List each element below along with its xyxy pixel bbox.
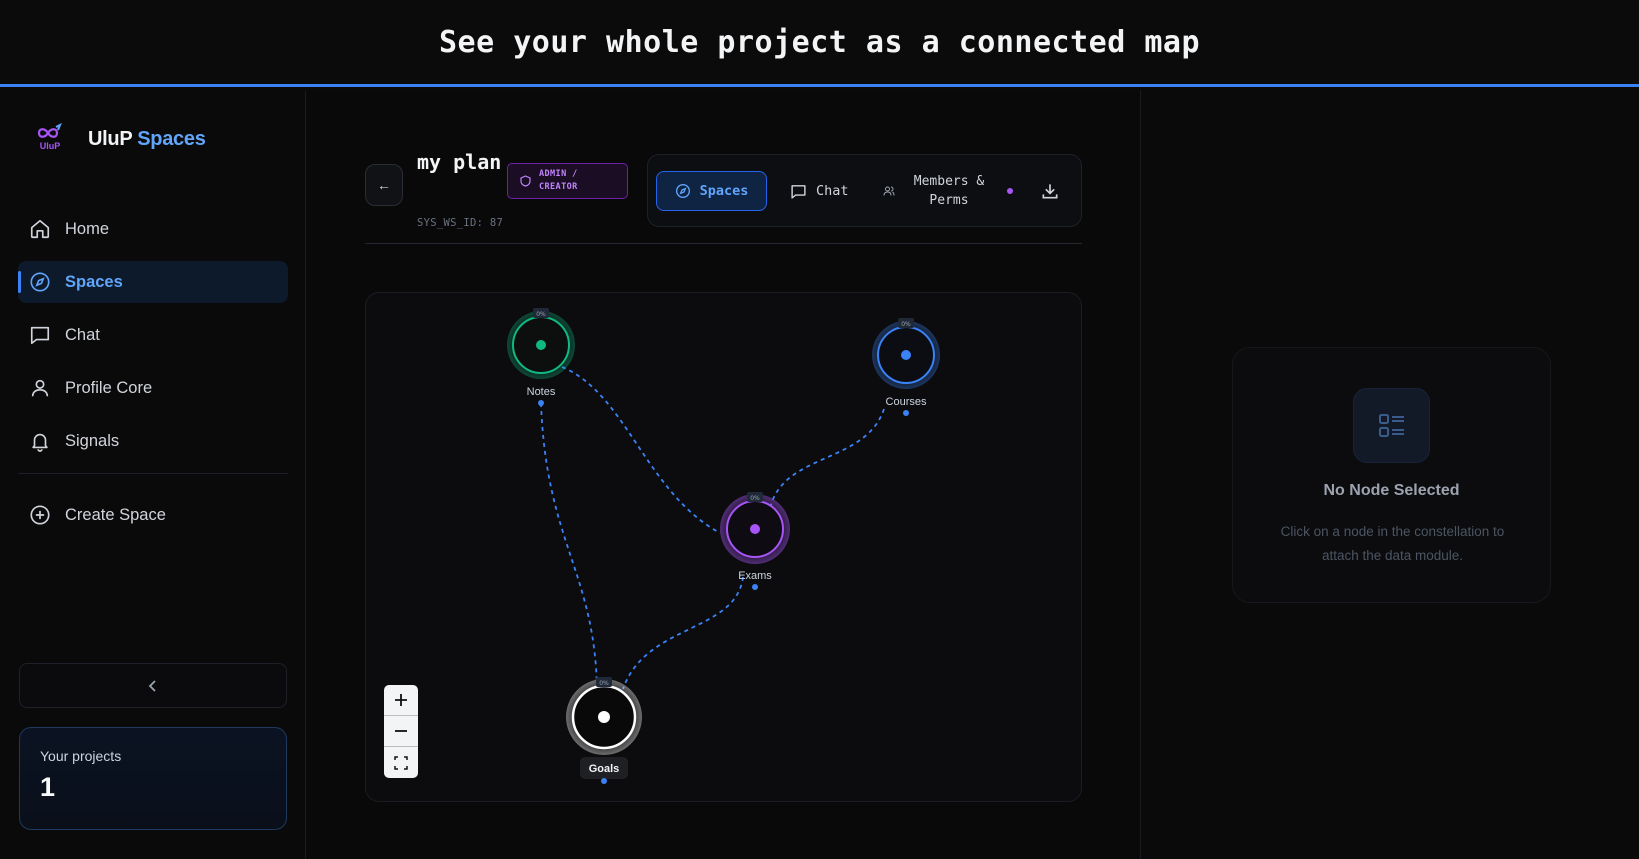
- shield-icon: [520, 175, 531, 187]
- empty-state-title: No Node Selected: [1323, 482, 1460, 499]
- fit-view-icon: [394, 755, 408, 770]
- main-content: ← my plan SYS_WS_ID: 87 ADMIN / CREATOR …: [307, 90, 1139, 859]
- constellation-graph[interactable]: 0% Notes 0% Courses 0% Exams 0% Goals: [366, 293, 1082, 802]
- bell-icon: [29, 430, 51, 452]
- chevron-left-icon: [148, 679, 156, 692]
- list-icon: [1353, 388, 1430, 463]
- sidebar-item-home[interactable]: Home: [18, 208, 288, 250]
- tab-members[interactable]: Members & Perms: [883, 171, 1013, 211]
- node-label: Goals: [589, 763, 620, 775]
- projects-label: Your projects: [40, 748, 122, 764]
- graph-node-notes[interactable]: 0% Notes: [507, 308, 575, 406]
- graph-edge-exams-goals: [622, 576, 744, 690]
- sidebar-item-label: Chat: [65, 325, 100, 344]
- fit-view-button[interactable]: [384, 747, 418, 778]
- plus-circle-icon: [29, 504, 51, 526]
- workspace-id: SYS_WS_ID: 87: [417, 217, 504, 229]
- banner: See your whole project as a connected ma…: [0, 0, 1639, 87]
- tab-spaces[interactable]: Spaces: [656, 171, 767, 211]
- back-button[interactable]: ←: [365, 164, 403, 206]
- graph-edge-courses-exams: [770, 408, 885, 506]
- collapse-sidebar-button[interactable]: [19, 663, 287, 708]
- sidebar-item-chat[interactable]: Chat: [18, 314, 288, 356]
- create-space-label: Create Space: [65, 505, 166, 524]
- graph-node-courses[interactable]: 0% Courses: [872, 318, 940, 416]
- empty-state-description: Click on a node in the constellation to …: [1280, 524, 1505, 563]
- sidebar-item-label: Profile Core: [65, 378, 153, 397]
- tab-chat[interactable]: Chat: [790, 171, 849, 211]
- tab-label: Chat: [816, 183, 849, 199]
- role-badge: ADMIN / CREATOR: [507, 163, 628, 199]
- brand-logo: UluP: [34, 122, 68, 156]
- graph-edge-notes-exams: [561, 366, 721, 534]
- brand[interactable]: UluP UluP Spaces: [34, 122, 206, 156]
- node-progress: 0%: [536, 311, 546, 318]
- download-icon: [1042, 184, 1058, 199]
- brand-name: UluP Spaces: [88, 128, 206, 151]
- workspace-header: ← my plan SYS_WS_ID: 87 ADMIN / CREATOR …: [365, 150, 1082, 244]
- user-icon: [29, 377, 51, 399]
- plus-icon: [395, 694, 407, 706]
- banner-title: See your whole project as a connected ma…: [438, 24, 1201, 60]
- zoom-controls: [384, 685, 418, 781]
- zoom-in-button[interactable]: [384, 685, 418, 716]
- sidebar-nav: Home Spaces Chat Profile Core Signals Cr…: [18, 208, 288, 547]
- empty-state-card: No Node Selected Click on a node in the …: [1232, 347, 1551, 603]
- chat-icon: [29, 324, 51, 346]
- node-label: Courses: [886, 396, 927, 408]
- role-text: ADMIN / CREATOR: [539, 169, 578, 192]
- sidebar-item-label: Home: [65, 219, 110, 238]
- create-space-button[interactable]: Create Space: [18, 494, 288, 536]
- sidebar: UluP UluP Spaces Home Spaces Chat Profil…: [0, 90, 306, 859]
- workspace-name: my plan: [417, 150, 502, 174]
- tab-label: Members & Perms: [913, 174, 985, 208]
- sidebar-item-label: Signals: [65, 431, 120, 450]
- graph-node-goals[interactable]: 0% Goals: [566, 677, 642, 784]
- chat-icon: [791, 184, 806, 199]
- brand-name-part1: UluP: [88, 127, 132, 150]
- logo-text: UluP: [40, 141, 61, 151]
- users-icon: [883, 186, 895, 196]
- notification-dot: [1007, 188, 1013, 194]
- compass-icon: [675, 184, 690, 198]
- infinity-logo-icon: UluP: [37, 122, 62, 151]
- arrow-left-icon: ←: [377, 177, 391, 193]
- projects-count: 1: [40, 772, 56, 802]
- minus-icon: [395, 730, 407, 732]
- view-tabs: Spaces Chat Members & Perms: [647, 154, 1082, 227]
- home-icon: [29, 218, 51, 240]
- graph-canvas[interactable]: 0% Notes 0% Courses 0% Exams 0% Goals: [365, 292, 1082, 802]
- download-button[interactable]: [1040, 181, 1062, 203]
- projects-card: Your projects 1: [19, 727, 287, 830]
- sidebar-divider: [18, 473, 288, 474]
- sidebar-item-label: Spaces: [65, 272, 123, 291]
- node-progress: 0%: [599, 680, 609, 687]
- node-label: Notes: [527, 386, 556, 398]
- sidebar-item-signals[interactable]: Signals: [18, 420, 288, 462]
- tab-label: Spaces: [699, 183, 749, 199]
- node-label: Exams: [738, 570, 772, 582]
- graph-edge-notes-goals: [540, 402, 598, 694]
- zoom-out-button[interactable]: [384, 716, 418, 747]
- compass-icon: [29, 271, 51, 293]
- node-progress: 0%: [750, 495, 760, 502]
- node-progress: 0%: [901, 321, 911, 328]
- sidebar-item-spaces[interactable]: Spaces: [18, 261, 288, 303]
- graph-node-exams[interactable]: 0% Exams: [720, 492, 790, 590]
- detail-panel: No Node Selected Click on a node in the …: [1140, 90, 1639, 859]
- brand-name-part2: Spaces: [137, 127, 206, 150]
- sidebar-item-profile-core[interactable]: Profile Core: [18, 367, 288, 409]
